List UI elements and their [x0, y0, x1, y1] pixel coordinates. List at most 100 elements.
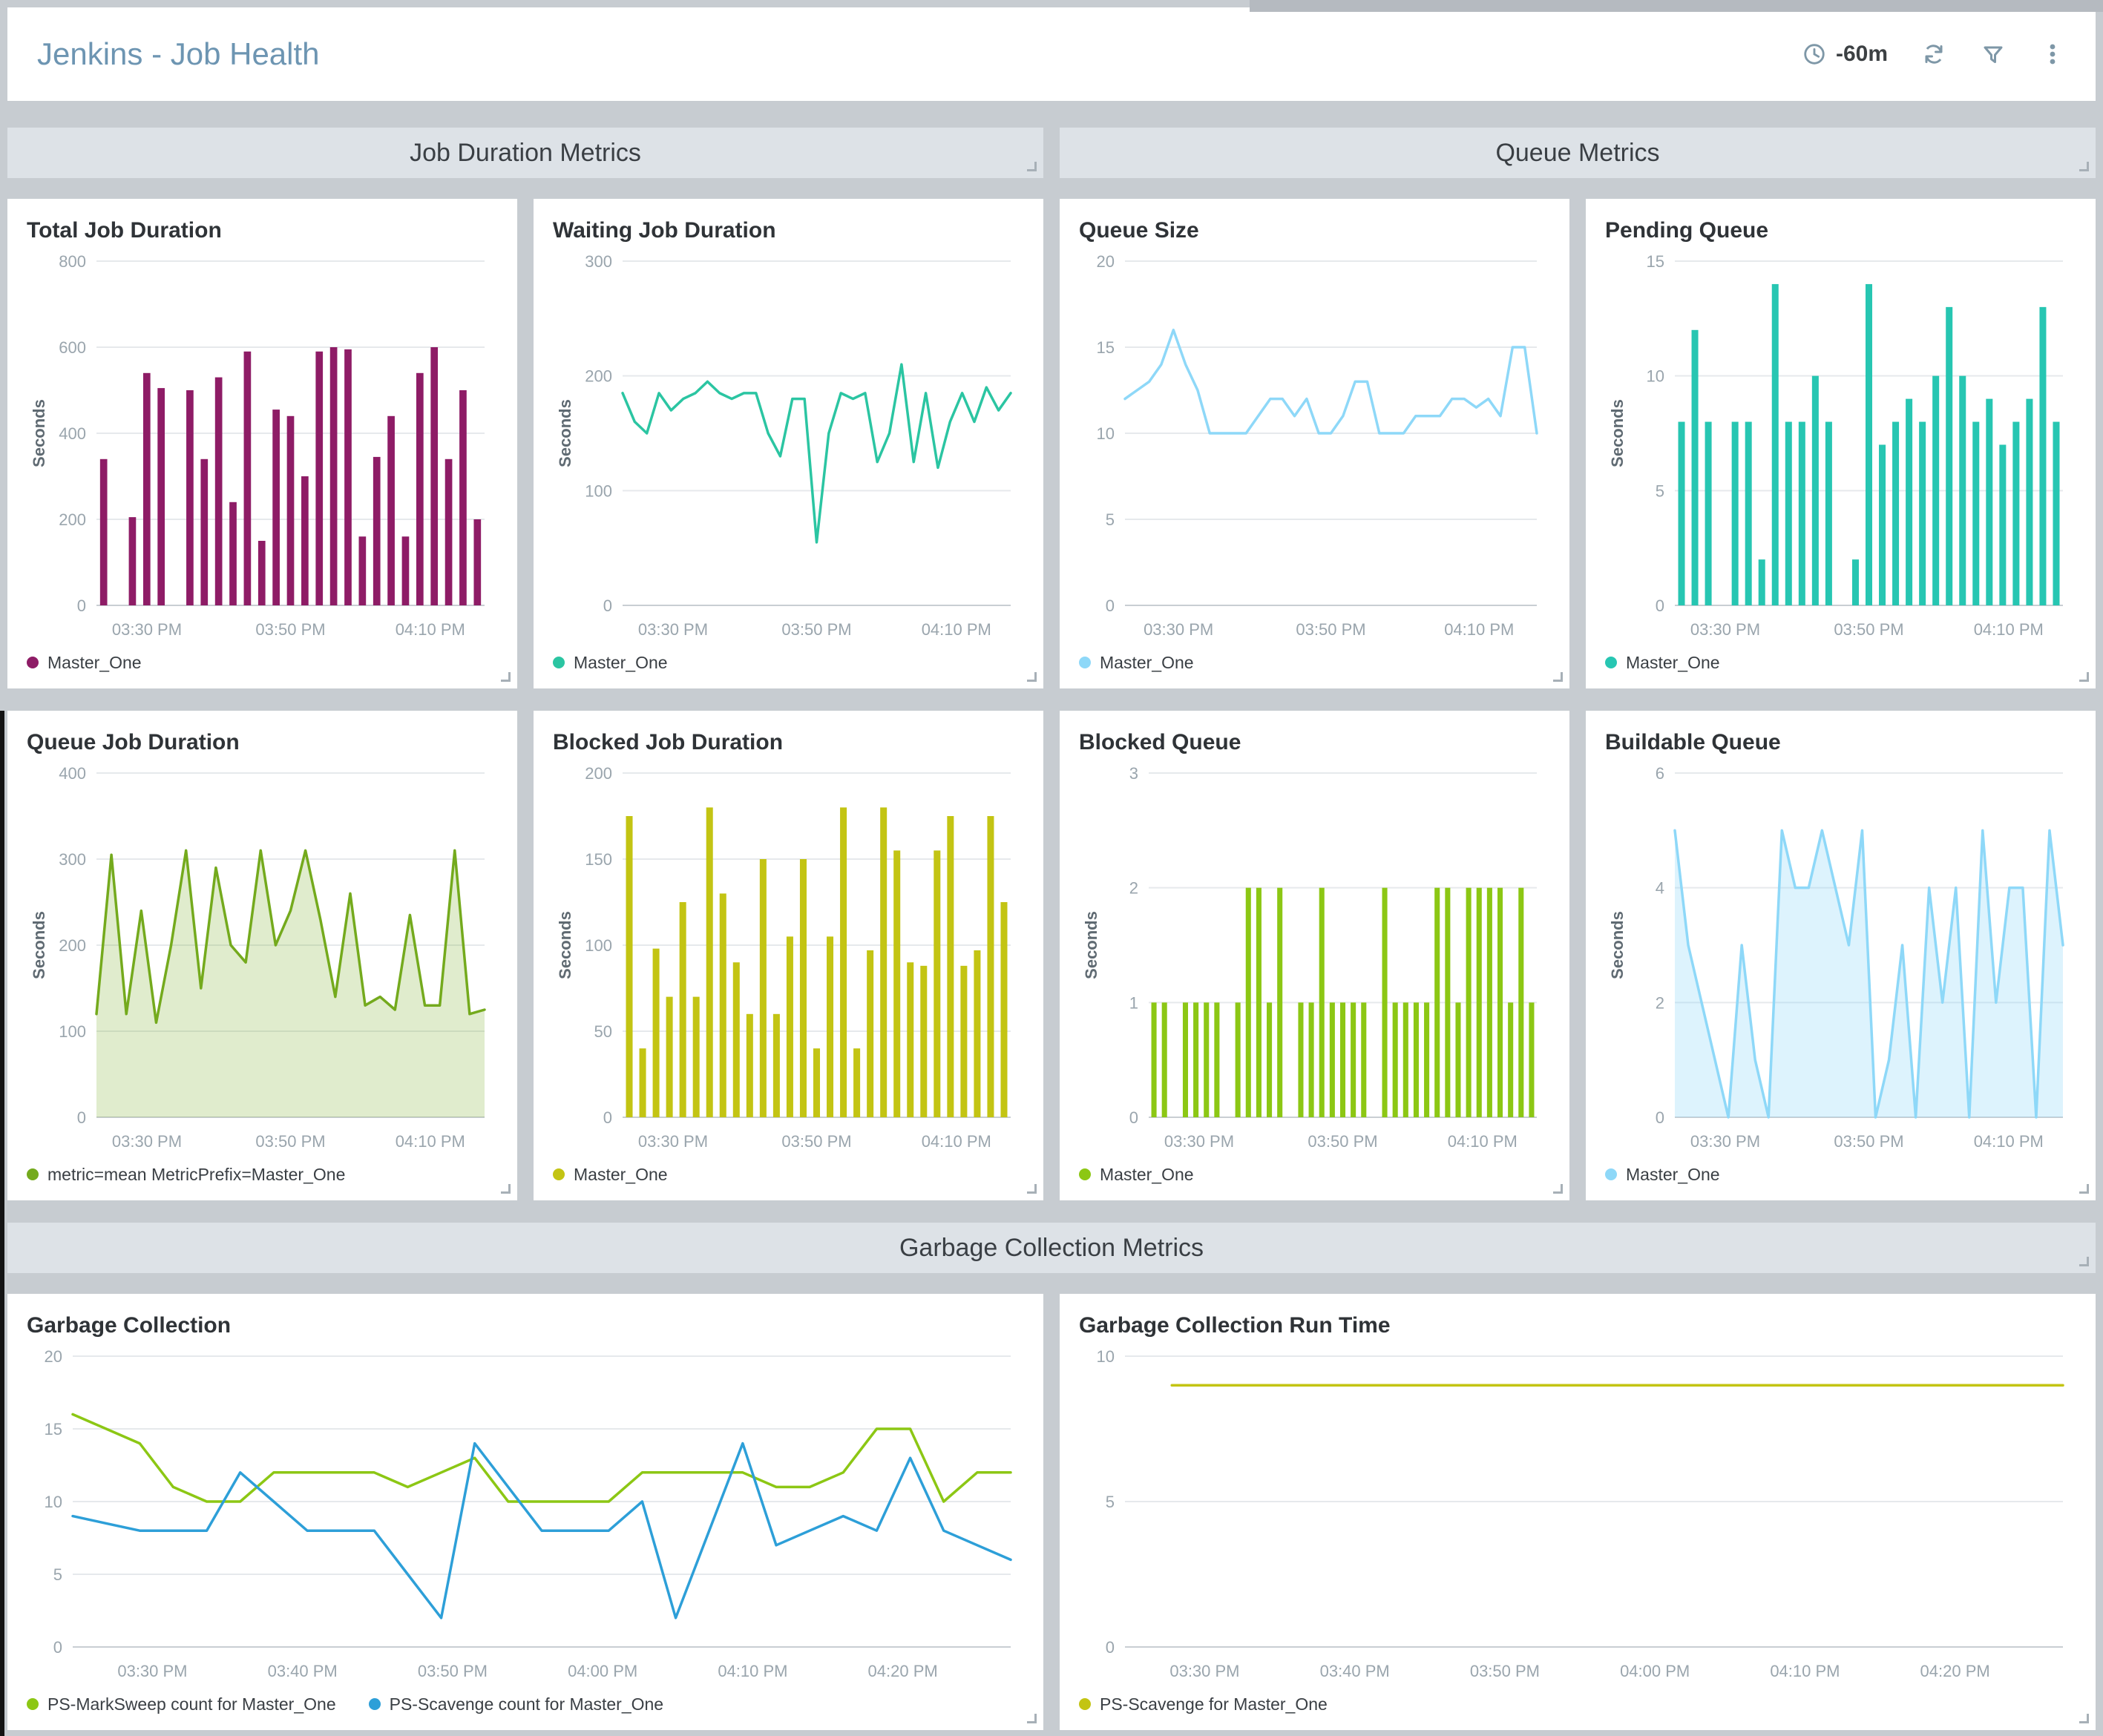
filter-icon[interactable] [1980, 41, 2007, 68]
legend-item[interactable]: metric=mean MetricPrefix=Master_One [27, 1165, 345, 1185]
resize-corner[interactable] [2079, 162, 2089, 171]
resize-corner[interactable] [501, 672, 511, 682]
svg-text:6: 6 [1656, 764, 1664, 783]
legend-swatch [27, 1168, 39, 1180]
legend-swatch [1079, 1698, 1091, 1710]
svg-text:04:10 PM: 04:10 PM [718, 1662, 787, 1680]
svg-text:03:50 PM: 03:50 PM [255, 1132, 325, 1151]
dashboard-header: Jenkins - Job Health -60m [7, 7, 2096, 101]
dashboard: Jenkins - Job Health -60m [7, 7, 2096, 1730]
svg-text:04:10 PM: 04:10 PM [1444, 620, 1514, 639]
legend-label: Master_One [47, 653, 142, 673]
svg-text:15: 15 [1097, 338, 1115, 357]
svg-text:0: 0 [77, 596, 86, 615]
panel-title: Waiting Job Duration [553, 218, 1024, 243]
svg-text:04:10 PM: 04:10 PM [1448, 1132, 1518, 1151]
legend-item[interactable]: Master_One [1079, 653, 1194, 673]
legend-swatch [1079, 657, 1091, 668]
section-header-queue: Queue Metrics [1060, 128, 2096, 178]
resize-corner[interactable] [1027, 162, 1037, 171]
panel-title: Total Job Duration [27, 218, 498, 243]
svg-text:200: 200 [59, 510, 86, 529]
svg-text:03:30 PM: 03:30 PM [112, 620, 182, 639]
resize-corner[interactable] [2079, 1257, 2089, 1266]
resize-corner[interactable] [1027, 1714, 1037, 1723]
svg-text:150: 150 [585, 850, 612, 869]
legend: Master_One [1605, 1157, 2076, 1191]
chart-blocked-queue[interactable]: 012303:30 PM03:50 PM04:10 PMSeconds [1079, 760, 1550, 1157]
panel-buildable-queue: Buildable Queue 024603:30 PM03:50 PM04:1… [1586, 711, 2096, 1200]
legend-item[interactable]: Master_One [553, 1165, 668, 1185]
svg-text:0: 0 [1656, 596, 1664, 615]
svg-text:03:50 PM: 03:50 PM [1296, 620, 1365, 639]
svg-text:200: 200 [585, 367, 612, 386]
panel-waiting-job-duration: Waiting Job Duration 010020030003:30 PM0… [534, 199, 1043, 688]
legend-item[interactable]: Master_One [27, 653, 142, 673]
svg-text:03:30 PM: 03:30 PM [117, 1662, 187, 1680]
chart-buildable-queue[interactable]: 024603:30 PM03:50 PM04:10 PMSeconds [1605, 760, 2076, 1157]
resize-corner[interactable] [1553, 672, 1563, 682]
svg-text:5: 5 [1106, 1493, 1115, 1511]
window-edge-strip [1250, 0, 2103, 12]
chart-garbage-collection[interactable]: 0510152003:30 PM03:40 PM03:50 PM04:00 PM… [27, 1343, 1024, 1687]
legend-swatch [553, 657, 565, 668]
resize-corner[interactable] [2079, 1714, 2089, 1723]
chart-gc-run-time[interactable]: 051003:30 PM03:40 PM03:50 PM04:00 PM04:1… [1079, 1343, 2076, 1687]
legend-item[interactable]: Master_One [1605, 653, 1720, 673]
legend-item[interactable]: PS-MarkSweep count for Master_One [27, 1694, 336, 1714]
chart-pending-queue[interactable]: 05101503:30 PM03:50 PM04:10 PMSeconds [1605, 248, 2076, 645]
svg-text:15: 15 [1647, 252, 1664, 271]
panel-queue-size: Queue Size 0510152003:30 PM03:50 PM04:10… [1060, 199, 1569, 688]
svg-text:100: 100 [59, 1022, 86, 1041]
legend-item[interactable]: PS-Scavenge count for Master_One [369, 1694, 663, 1714]
legend-item[interactable]: Master_One [553, 653, 668, 673]
resize-corner[interactable] [1027, 1184, 1037, 1194]
svg-text:Seconds: Seconds [1608, 911, 1627, 979]
chart-total-job-duration[interactable]: 020040060080003:30 PM03:50 PM04:10 PMSec… [27, 248, 498, 645]
legend-label: Master_One [1100, 653, 1194, 673]
legend-item[interactable]: Master_One [1605, 1165, 1720, 1185]
legend-item[interactable]: Master_One [1079, 1165, 1194, 1185]
left-edge-bar [0, 711, 4, 1736]
section-title: Queue Metrics [1495, 139, 1659, 168]
svg-text:0: 0 [1129, 1108, 1138, 1127]
section-title: Job Duration Metrics [410, 139, 641, 168]
resize-corner[interactable] [1027, 672, 1037, 682]
legend-swatch [1079, 1168, 1091, 1180]
svg-text:20: 20 [1097, 252, 1115, 271]
panel-blocked-queue: Blocked Queue 012303:30 PM03:50 PM04:10 … [1060, 711, 1569, 1200]
chart-waiting-job-duration[interactable]: 010020030003:30 PM03:50 PM04:10 PMSecond… [553, 248, 1024, 645]
resize-corner[interactable] [1553, 1184, 1563, 1194]
legend-label: PS-MarkSweep count for Master_One [47, 1694, 336, 1714]
chart-blocked-job-duration[interactable]: 05010015020003:30 PM03:50 PM04:10 PMSeco… [553, 760, 1024, 1157]
svg-text:0: 0 [603, 1108, 612, 1127]
svg-text:50: 50 [594, 1022, 612, 1041]
svg-text:1: 1 [1129, 993, 1138, 1012]
svg-text:5: 5 [1656, 481, 1664, 500]
kebab-menu-icon[interactable] [2039, 41, 2066, 68]
section-title: Garbage Collection Metrics [899, 1234, 1204, 1263]
panel-pending-queue: Pending Queue 05101503:30 PM03:50 PM04:1… [1586, 199, 2096, 688]
chart-queue-job-duration[interactable]: 010020030040003:30 PM03:50 PM04:10 PMSec… [27, 760, 498, 1157]
time-range-button[interactable]: -60m [1802, 42, 1888, 67]
time-range-label: -60m [1836, 42, 1888, 67]
legend-label: Master_One [574, 1165, 668, 1185]
svg-text:03:40 PM: 03:40 PM [268, 1662, 338, 1680]
svg-text:03:50 PM: 03:50 PM [1470, 1662, 1540, 1680]
resize-corner[interactable] [501, 1184, 511, 1194]
svg-text:03:50 PM: 03:50 PM [255, 620, 325, 639]
legend-item[interactable]: PS-Scavenge for Master_One [1079, 1694, 1328, 1714]
svg-text:200: 200 [59, 936, 86, 955]
section-header-garbage-collection: Garbage Collection Metrics [7, 1223, 2096, 1273]
panel-title: Blocked Queue [1079, 730, 1550, 755]
chart-queue-size[interactable]: 0510152003:30 PM03:50 PM04:10 PM [1079, 248, 1550, 645]
resize-corner[interactable] [2079, 672, 2089, 682]
svg-text:400: 400 [59, 764, 86, 783]
dashboard-title: Jenkins - Job Health [37, 36, 320, 72]
svg-text:03:30 PM: 03:30 PM [1164, 1132, 1234, 1151]
clock-icon [1802, 42, 1827, 67]
resize-corner[interactable] [2079, 1184, 2089, 1194]
legend: Master_One [1605, 645, 2076, 680]
refresh-icon[interactable] [1920, 41, 1947, 68]
legend-label: Master_One [1100, 1165, 1194, 1185]
